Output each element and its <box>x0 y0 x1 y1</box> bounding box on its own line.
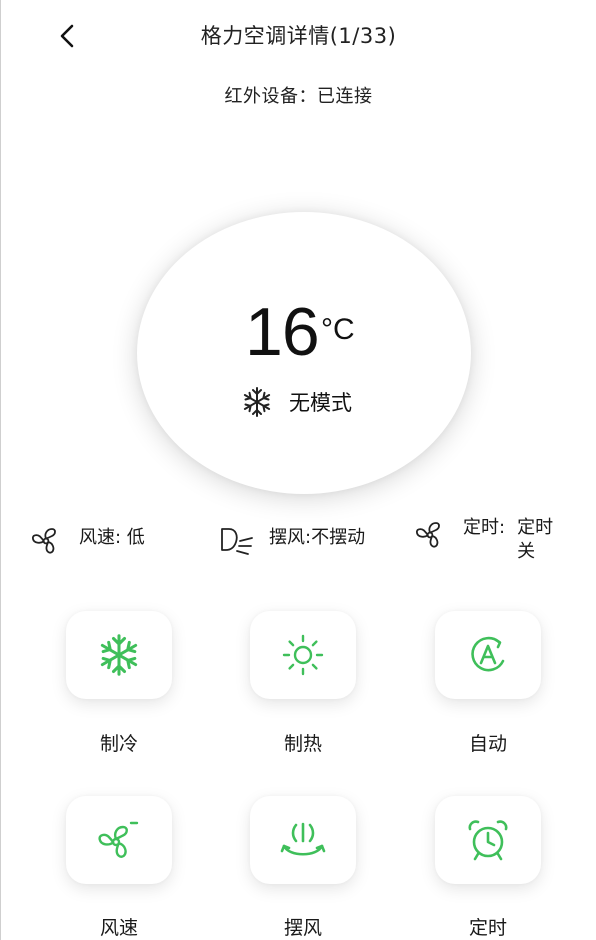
swing-button[interactable] <box>250 796 356 884</box>
page-title: 格力空调详情(1/33) <box>200 24 397 48</box>
swing-label: 摆风 <box>283 917 322 939</box>
swing-wind-icon <box>280 822 326 856</box>
cool-mode-button[interactable] <box>66 611 172 699</box>
timer-label: 定时: <box>463 517 506 538</box>
current-mode: 无模式 <box>241 386 352 418</box>
fan-speed-text: 风速: 低 <box>79 527 145 548</box>
ac-detail-page: 格力空调详情(1/33) 红外设备：已连接 16 °C 无模式 风速: 低 摆风… <box>0 0 596 940</box>
fan-speed-button[interactable] <box>66 796 172 884</box>
snowflake-icon <box>100 634 138 676</box>
fan-speed-label: 风速 <box>99 917 138 939</box>
auto-mode-label: 自动 <box>468 733 507 755</box>
timer-value: 定时关 <box>517 517 554 562</box>
temperature-unit: °C <box>321 313 355 346</box>
sun-icon <box>282 634 324 676</box>
status-label: 红外设备： <box>224 86 317 107</box>
heat-mode-button[interactable] <box>250 611 356 699</box>
swing-icon <box>221 528 253 555</box>
timer-info: 定时: 定时关 <box>413 516 561 564</box>
status-value: 已连接 <box>317 86 373 107</box>
temperature-value: 16 <box>245 294 320 370</box>
swing-text: 摆风:不摆动 <box>269 527 366 548</box>
auto-mode-button[interactable] <box>435 611 541 699</box>
device-status: 红外设备：已连接 <box>1 82 596 108</box>
snowflake-icon <box>243 387 271 417</box>
fan-icon <box>31 528 56 554</box>
timer-label-button: 定时 <box>468 917 507 939</box>
mode-label: 无模式 <box>289 391 352 415</box>
swing-info: 摆风:不摆动 <box>219 526 365 556</box>
heat-mode-label: 制热 <box>283 733 322 755</box>
fan-speed-icon <box>98 821 139 858</box>
fan-speed-info: 风速: 低 <box>29 526 145 556</box>
alarm-clock-icon <box>468 820 508 861</box>
cool-mode-label: 制冷 <box>99 733 138 755</box>
fan-icon <box>415 522 440 548</box>
timer-button[interactable] <box>435 796 541 884</box>
auto-mode-icon <box>471 636 505 672</box>
